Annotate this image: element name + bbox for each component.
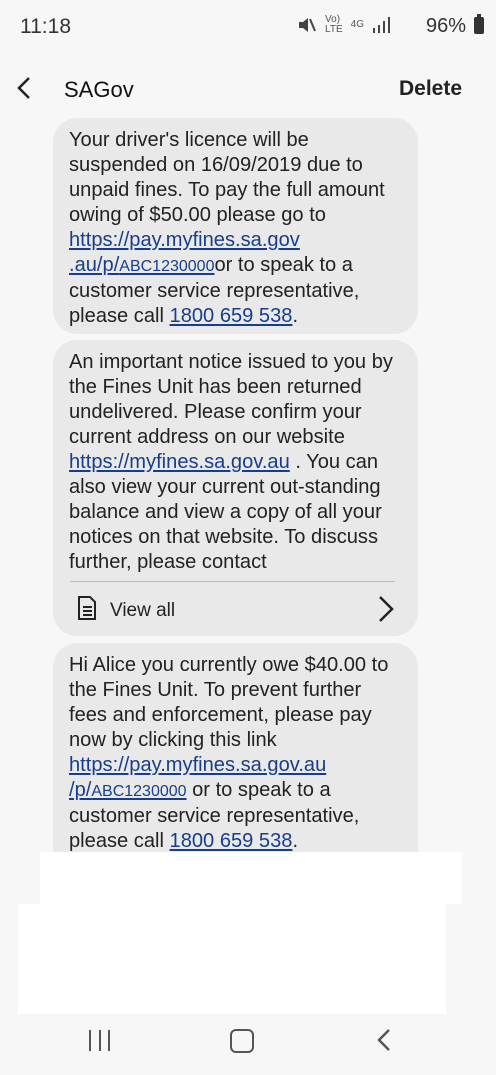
conversation-title: SAGov [64,77,134,102]
status-time: 11:18 [20,15,71,38]
document-icon [78,596,96,620]
message-text-notice: An important notice issued to you by the… [69,351,393,573]
chevron-right-icon[interactable] [375,594,397,624]
volte-icon: Vo) LTE [325,14,343,35]
view-all-button[interactable]: View all [110,598,175,623]
divider [70,581,395,582]
website-link[interactable]: https://myfines.sa.gov.au [69,451,290,473]
redaction-block [18,904,446,1014]
message-bubble-notice[interactable]: An important notice issued to you by the… [53,340,418,636]
home-icon[interactable] [230,1029,254,1053]
status-bar: 11:18 Vo) LTE 4G 96% [0,0,496,56]
signal-icon [373,17,390,33]
phone-link-balance[interactable]: 1800 659 538 [170,830,293,852]
back-arrow-icon[interactable] [14,74,38,102]
system-navigation-bar [0,1015,496,1075]
redaction-block [40,852,462,904]
recent-apps-icon[interactable] [89,1030,110,1051]
mute-icon [299,18,316,32]
message-bubble-licence[interactable]: Your driver's licence will be suspended … [53,118,418,334]
battery-percentage: 96% [425,15,466,37]
delete-button[interactable]: Delete [399,77,462,101]
phone-link[interactable]: 1800 659 538 [170,305,293,327]
conversation-header: SAGov Delete [0,62,496,116]
battery-icon [474,14,484,34]
message-bubble-balance[interactable]: Hi Alice you currently owe $40.00 to the… [53,643,418,859]
status-icons: Vo) LTE 4G [297,15,390,35]
message-text-balance: Hi Alice you currently owe $40.00 to the… [69,654,389,852]
back-icon[interactable] [376,1028,392,1052]
network-type: 4G [350,19,364,30]
message-text-licence: Your driver's licence will be suspended … [69,129,385,327]
